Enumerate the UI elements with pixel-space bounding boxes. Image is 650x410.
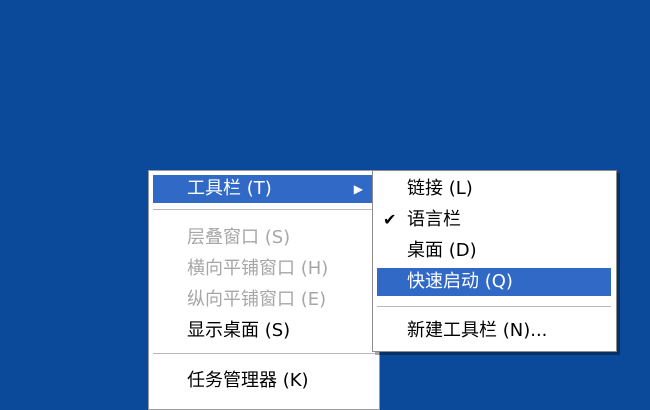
submenu-item-new-toolbar[interactable]: 新建工具栏 (N)...	[377, 317, 611, 345]
submenu-item-language-bar-label: 语言栏	[407, 209, 461, 230]
submenu-item-new-toolbar-label: 新建工具栏 (N)...	[407, 320, 548, 341]
submenu-separator	[377, 306, 611, 307]
submenu-item-quick-launch-label: 快速启动 (Q)	[407, 271, 513, 292]
checkmark-icon: ✔	[383, 210, 397, 229]
menu-item-toolbar-label: 工具栏 (T)	[187, 178, 272, 199]
submenu-item-links[interactable]: 链接 (L)	[377, 175, 611, 203]
menu-item-tile-horizontal-label: 横向平铺窗口 (H)	[187, 258, 329, 279]
menu-item-toolbar[interactable]: 工具栏 (T) ▶	[153, 175, 375, 203]
submenu-item-quick-launch[interactable]: 快速启动 (Q)	[377, 268, 611, 296]
toolbar-submenu: 链接 (L) ✔ 语言栏 桌面 (D) 快速启动 (Q) 新建工具栏 (N)..…	[372, 170, 617, 352]
submenu-item-desktop[interactable]: 桌面 (D)	[377, 237, 611, 265]
menu-item-tile-vertical: 纵向平铺窗口 (E)	[153, 286, 375, 314]
menu-item-cascade-label: 层叠窗口 (S)	[187, 227, 291, 248]
menu-item-show-desktop-label: 显示桌面 (S)	[187, 320, 291, 341]
menu-item-tile-vertical-label: 纵向平铺窗口 (E)	[187, 289, 327, 310]
menu-item-task-manager-label: 任务管理器 (K)	[187, 370, 309, 391]
submenu-item-links-label: 链接 (L)	[407, 178, 473, 199]
menu-separator	[153, 209, 375, 210]
menu-item-cascade-windows: 层叠窗口 (S)	[153, 224, 375, 252]
menu-separator	[153, 353, 375, 354]
submenu-arrow-icon: ▶	[353, 182, 363, 196]
submenu-item-language-bar[interactable]: ✔ 语言栏	[377, 206, 611, 234]
menu-item-task-manager[interactable]: 任务管理器 (K)	[153, 367, 375, 395]
menu-item-show-desktop[interactable]: 显示桌面 (S)	[153, 317, 375, 345]
submenu-item-desktop-label: 桌面 (D)	[407, 240, 477, 261]
menu-item-tile-horizontal: 横向平铺窗口 (H)	[153, 255, 375, 283]
taskbar-context-menu: 工具栏 (T) ▶ 层叠窗口 (S) 横向平铺窗口 (H) 纵向平铺窗口 (E)…	[148, 170, 380, 410]
